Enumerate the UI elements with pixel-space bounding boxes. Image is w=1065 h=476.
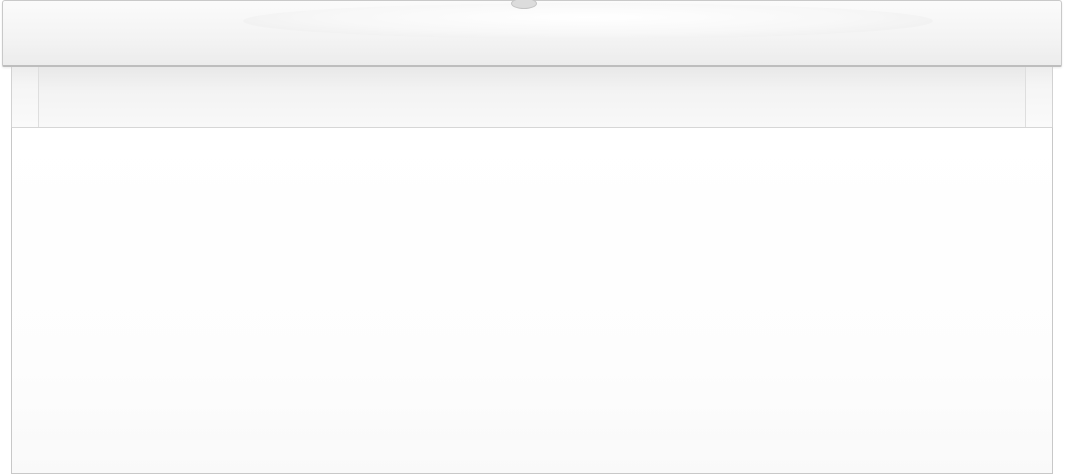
- vanity-unit-image: [0, 0, 1065, 476]
- washbasin-top: [2, 0, 1062, 67]
- drawer-front: [11, 127, 1053, 474]
- handle-recess-strip: [11, 67, 1053, 127]
- handle-recess-inner: [38, 67, 1026, 127]
- basin-bowl: [243, 3, 933, 39]
